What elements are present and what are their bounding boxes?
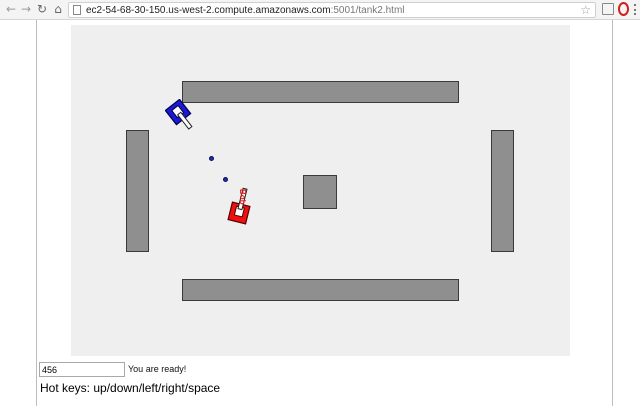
url-text[interactable]: ec2-54-68-30-150.us-west-2.compute.amazo… xyxy=(86,4,405,17)
game-arena[interactable]: Bob xyxy=(71,25,570,356)
star-icon[interactable]: ☆ xyxy=(580,3,591,17)
url-path: :5001/tank2.html xyxy=(330,5,405,16)
back-icon[interactable]: ← xyxy=(4,2,18,16)
bullet xyxy=(223,177,228,182)
status-text: You are ready! xyxy=(128,364,187,374)
bullet xyxy=(209,156,214,161)
url-host: ec2-54-68-30-150.us-west-2.compute.amazo… xyxy=(86,5,331,16)
wall-left xyxy=(126,130,149,252)
wall-bottom xyxy=(182,279,459,301)
opera-icon[interactable] xyxy=(618,2,629,16)
home-icon[interactable]: ⌂ xyxy=(51,2,65,16)
browser-toolbar: ← → ↻ ⌂ ec2-54-68-30-150.us-west-2.compu… xyxy=(0,0,640,20)
enemy-name-label: Bob xyxy=(238,189,247,205)
address-bar[interactable]: ec2-54-68-30-150.us-west-2.compute.amazo… xyxy=(68,2,596,18)
hotkeys-text: Hot keys: up/down/left/right/space xyxy=(40,381,221,395)
wall-center-block xyxy=(303,175,337,209)
player-tank xyxy=(165,99,193,130)
reload-icon[interactable]: ↻ xyxy=(35,2,49,16)
wall-top xyxy=(182,81,459,103)
wall-right xyxy=(491,130,514,252)
cast-icon[interactable] xyxy=(602,3,614,15)
player-name-input[interactable] xyxy=(39,362,125,377)
menu-icon[interactable] xyxy=(634,4,637,15)
forward-icon[interactable]: → xyxy=(19,2,33,16)
page-icon xyxy=(73,5,81,15)
